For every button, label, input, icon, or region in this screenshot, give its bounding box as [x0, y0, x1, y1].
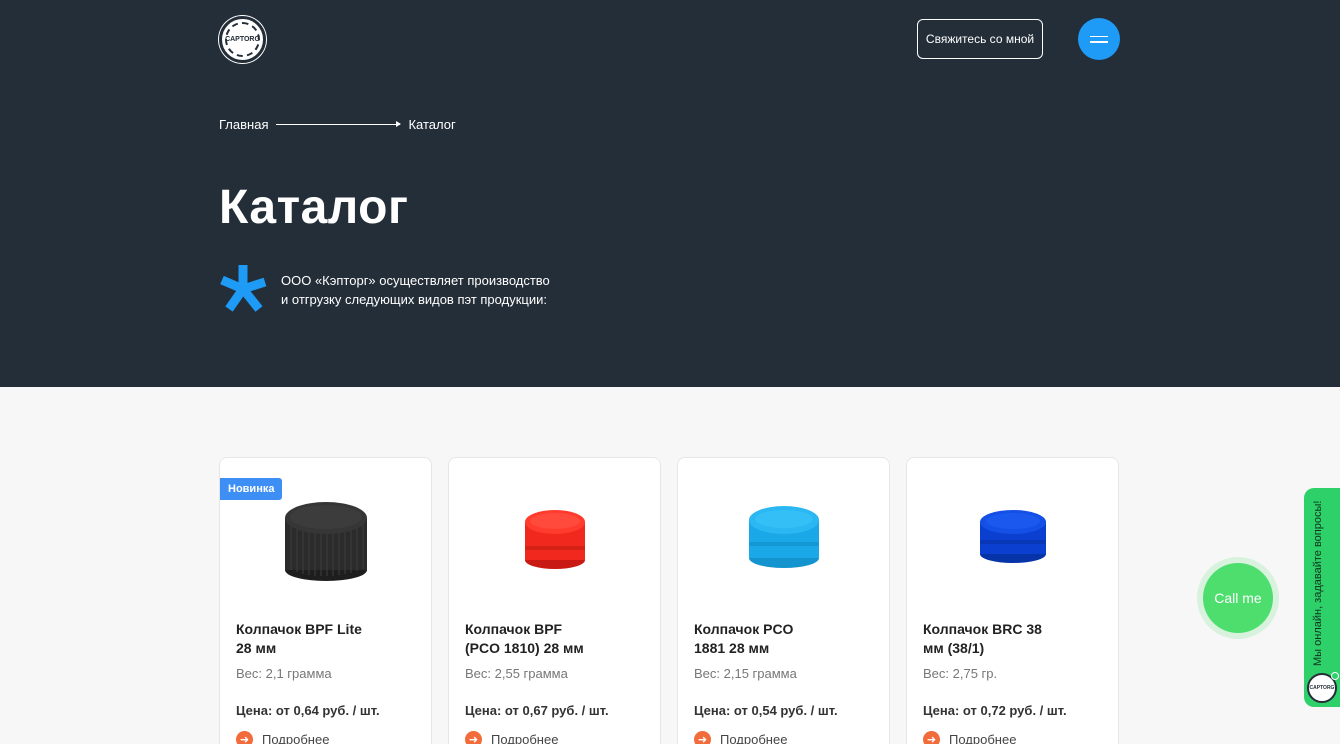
- product-weight: Вес: 2,1 грамма: [236, 666, 332, 681]
- new-badge: Новинка: [220, 478, 283, 500]
- more-link[interactable]: ➜ Подробнее: [236, 731, 329, 744]
- more-link-label: Подробнее: [262, 732, 330, 744]
- more-link-label: Подробнее: [720, 732, 788, 744]
- breadcrumb: Главная Каталог: [219, 117, 456, 132]
- asterisk-icon: [220, 265, 267, 312]
- product-card[interactable]: Новинка Колпачок BPF Lite 28 мм Вес: 2,1…: [219, 457, 432, 744]
- more-link-label: Подробнее: [949, 732, 1017, 744]
- product-card[interactable]: Колпачок BPF (PCO 1810) 28 мм Вес: 2,55 …: [448, 457, 661, 744]
- product-title-line: 28 мм: [236, 640, 277, 656]
- call-me-button[interactable]: Call me: [1203, 563, 1273, 633]
- product-weight: Вес: 2,15 грамма: [694, 666, 797, 681]
- dark-blue-cap-image: [979, 510, 1046, 563]
- more-link[interactable]: ➜ Подробнее: [465, 731, 558, 744]
- menu-line: [1090, 41, 1108, 43]
- red-cap-image: [524, 510, 585, 569]
- logo[interactable]: CAPTORG: [219, 16, 266, 63]
- product-card[interactable]: Колпачок BRC 38 мм (38/1) Вес: 2,75 гр. …: [906, 457, 1119, 744]
- arrow-right-icon: ➜: [694, 731, 711, 744]
- menu-line: [1090, 35, 1108, 37]
- product-title-line: Колпачок PCO: [694, 621, 794, 637]
- logo-text: CAPTORG: [225, 36, 260, 43]
- product-weight: Вес: 2,55 грамма: [465, 666, 568, 681]
- arrow-right-icon: ➜: [236, 731, 253, 744]
- page-title: Каталог: [219, 181, 409, 234]
- online-chat-tab[interactable]: Мы онлайн, задавайте вопросы! CAPTORG: [1304, 488, 1340, 707]
- breadcrumb-arrow-icon: [276, 121, 402, 127]
- chat-tab-label: Мы онлайн, задавайте вопросы!: [1312, 500, 1324, 666]
- product-title-line: 1881 28 мм: [694, 640, 770, 656]
- product-title-line: (PCO 1810) 28 мм: [465, 640, 584, 656]
- product-price: Цена: от 0,54 руб. / шт.: [694, 703, 838, 718]
- product-title-line: Колпачок BPF: [465, 621, 563, 637]
- black-cap-image: [284, 502, 367, 581]
- product-title-line: Колпачок BRC 38: [923, 621, 1042, 637]
- arrow-right-icon: ➜: [923, 731, 940, 744]
- contact-button[interactable]: Свяжитесь со мной: [917, 19, 1043, 59]
- product-card[interactable]: Колпачок PCO 1881 28 мм Вес: 2,15 грамма…: [677, 457, 890, 744]
- arrow-right-icon: ➜: [465, 731, 482, 744]
- product-title[interactable]: Колпачок BPF Lite 28 мм: [236, 620, 416, 658]
- more-link[interactable]: ➜ Подробнее: [923, 731, 1016, 744]
- hero-section: CAPTORG Свяжитесь со мной Главная Катало…: [0, 0, 1340, 387]
- intro-line: ООО «Кэпторг» осуществляет производство: [281, 273, 550, 288]
- breadcrumb-current: Каталог: [408, 117, 456, 132]
- breadcrumb-home[interactable]: Главная: [219, 117, 268, 132]
- product-title[interactable]: Колпачок BPF (PCO 1810) 28 мм: [465, 620, 645, 658]
- more-link-label: Подробнее: [491, 732, 559, 744]
- product-weight: Вес: 2,75 гр.: [923, 666, 998, 681]
- product-title-line: Колпачок BPF Lite: [236, 621, 362, 637]
- product-price: Цена: от 0,67 руб. / шт.: [465, 703, 609, 718]
- product-title[interactable]: Колпачок BRC 38 мм (38/1): [923, 620, 1103, 658]
- logo-ring: CAPTORG: [225, 22, 260, 57]
- intro-text: ООО «Кэпторг» осуществляет производство …: [281, 271, 581, 309]
- product-price: Цена: от 0,72 руб. / шт.: [923, 703, 1067, 718]
- hamburger-icon[interactable]: [1078, 18, 1120, 60]
- online-status-dot: [1331, 672, 1339, 680]
- chat-logo-text: CAPTORG: [1309, 685, 1335, 691]
- product-price: Цена: от 0,64 руб. / шт.: [236, 703, 380, 718]
- light-blue-cap-image: [748, 506, 819, 568]
- product-title-line: мм (38/1): [923, 640, 985, 656]
- more-link[interactable]: ➜ Подробнее: [694, 731, 787, 744]
- product-title[interactable]: Колпачок PCO 1881 28 мм: [694, 620, 874, 658]
- intro-line: и отгрузку следующих видов пэт продукции…: [281, 292, 547, 307]
